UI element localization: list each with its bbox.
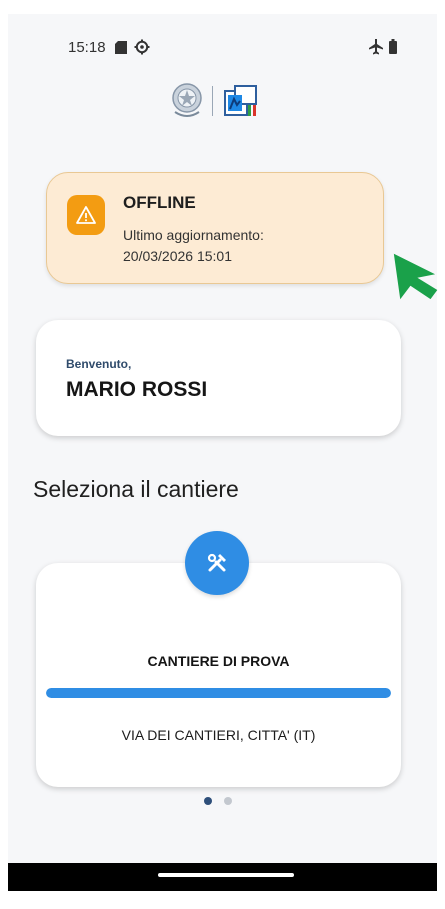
battery-icon [389,39,397,54]
offline-title: OFFLINE [123,193,196,212]
home-gesture-handle[interactable] [158,873,294,877]
logo-divider [212,86,213,116]
user-name: MARIO ROSSI [66,378,208,401]
sd-card-icon [115,41,127,54]
italian-republic-emblem [172,83,202,117]
gear-icon [134,39,150,55]
status-bar: 15:18 [8,14,437,56]
status-time: 15:18 [68,39,106,56]
site-progress-bar [46,688,391,698]
warning-icon [76,206,96,224]
section-title: Seleziona il cantiere [33,476,239,502]
pagination-dot-active[interactable] [204,797,212,805]
site-progress-fill [46,688,391,698]
last-update-value: 20/03/2026 15:01 [123,248,232,264]
last-update-label: Ultimo aggiornamento: [123,227,264,243]
system-nav-bar [8,863,437,891]
tools-icon [207,553,226,572]
site-name: CANTIERE DI PROVA [147,653,290,669]
header-logos [170,82,270,122]
app-brand-logo [224,85,257,116]
pagination-dot[interactable] [224,797,232,805]
airplane-mode-icon [369,39,383,55]
offline-banner: OFFLINE Ultimo aggiornamento: 20/03/2026… [46,172,384,284]
carousel-pagination [204,797,244,807]
app-screen: 15:18 OFFLINE Ultimo aggiornamento: 20/0… [8,14,437,891]
cursor-arrow-icon [393,253,438,300]
site-address: VIA DEI CANTIERI, CITTA' (IT) [121,727,316,743]
welcome-greeting: Benvenuto, [66,357,132,371]
welcome-card: Benvenuto, MARIO ROSSI [36,320,401,436]
site-card[interactable]: CANTIERE DI PROVA VIA DEI CANTIERI, CITT… [36,563,401,787]
site-tools-badge [185,531,249,595]
warning-icon-box [67,195,105,235]
